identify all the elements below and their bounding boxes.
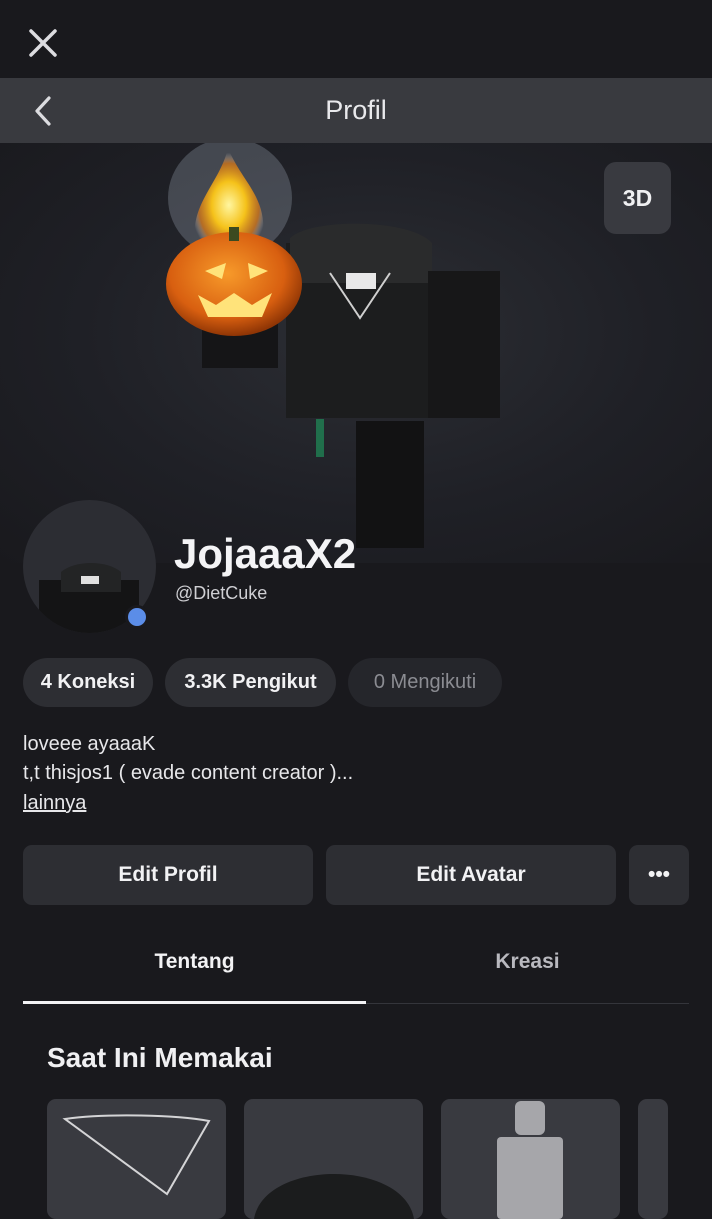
bio-line: loveee ayaaaK bbox=[23, 733, 156, 755]
jacket-thumbnail bbox=[254, 1174, 414, 1219]
bio-more-link[interactable]: lainnya bbox=[23, 792, 86, 815]
view-3d-button[interactable]: 3D bbox=[604, 162, 671, 234]
necklace-thumbnail bbox=[62, 1114, 211, 1196]
wearing-item-card[interactable] bbox=[47, 1099, 226, 1219]
display-name: JojaaaX2 bbox=[174, 530, 357, 577]
online-status-dot bbox=[125, 605, 149, 629]
more-options-button[interactable]: ••• bbox=[629, 845, 689, 905]
wearing-item-card[interactable] bbox=[441, 1099, 620, 1219]
tab-creations[interactable]: Kreasi bbox=[366, 950, 689, 974]
nav-bar: Profil bbox=[0, 78, 712, 143]
top-bar bbox=[0, 0, 712, 78]
edit-profile-button[interactable]: Edit Profil bbox=[23, 845, 313, 905]
active-tab-indicator bbox=[23, 1001, 366, 1004]
wearing-item-card[interactable] bbox=[244, 1099, 423, 1219]
close-icon bbox=[29, 29, 57, 57]
avatar-figure[interactable] bbox=[150, 143, 510, 553]
edit-avatar-button[interactable]: Edit Avatar bbox=[326, 845, 616, 905]
more-icon: ••• bbox=[647, 863, 671, 886]
section-title: Saat Ini Memakai bbox=[47, 1042, 273, 1073]
bio-line: t,t thisjos1 ( evade content creator )..… bbox=[23, 762, 354, 784]
avatar-silhouette-thumbnail bbox=[497, 1101, 563, 1219]
page-title: Profil bbox=[325, 95, 387, 125]
wearing-item-card[interactable] bbox=[638, 1099, 668, 1219]
username: @DietCuke bbox=[175, 583, 268, 603]
tab-about[interactable]: Tentang bbox=[23, 950, 366, 974]
followers-chip[interactable]: 3.3K Pengikut bbox=[165, 658, 336, 707]
close-button[interactable] bbox=[24, 24, 62, 62]
following-chip[interactable]: 0 Mengikuti bbox=[348, 658, 502, 707]
connections-chip[interactable]: 4 Koneksi bbox=[23, 658, 153, 707]
